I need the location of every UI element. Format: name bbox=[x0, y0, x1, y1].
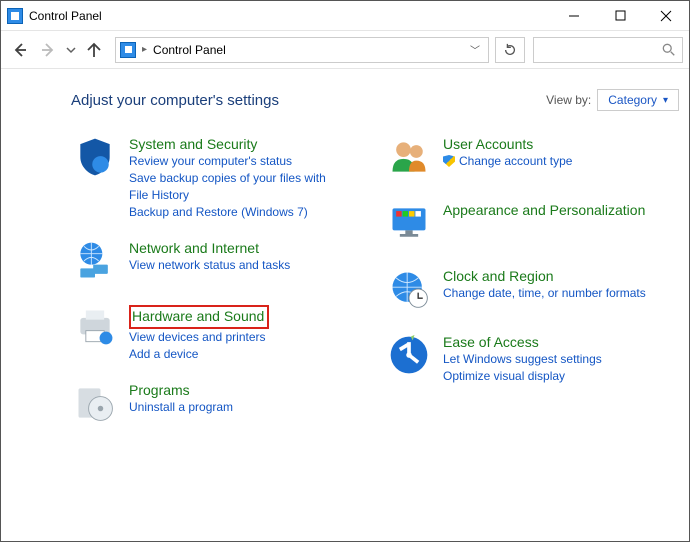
category-appearance-personalization: Appearance and Personalization bbox=[385, 201, 679, 249]
forward-button[interactable] bbox=[35, 37, 61, 63]
sublink[interactable]: Backup and Restore (Windows 7) bbox=[129, 204, 329, 221]
refresh-icon bbox=[503, 43, 517, 57]
recent-locations-button[interactable] bbox=[63, 37, 79, 63]
back-button[interactable] bbox=[7, 37, 33, 63]
category-link[interactable]: User Accounts bbox=[443, 135, 533, 153]
breadcrumb-root[interactable]: Control Panel bbox=[153, 43, 226, 57]
sublink[interactable]: Uninstall a program bbox=[129, 399, 233, 416]
globe-clock-icon bbox=[385, 267, 433, 315]
category-clock-region: Clock and Region Change date, time, or n… bbox=[385, 267, 679, 315]
left-column: System and Security Review your computer… bbox=[71, 135, 365, 447]
globe-network-icon bbox=[71, 239, 119, 287]
maximize-button[interactable] bbox=[597, 1, 643, 31]
up-button[interactable] bbox=[81, 37, 107, 63]
sublink[interactable]: Review your computer's status bbox=[129, 153, 329, 170]
titlebar: Control Panel bbox=[1, 1, 689, 31]
chevron-down-icon bbox=[66, 45, 76, 55]
shield-pc-icon bbox=[71, 135, 119, 183]
sublink[interactable]: View network status and tasks bbox=[129, 257, 290, 274]
category-link-highlighted[interactable]: Hardware and Sound bbox=[129, 305, 269, 329]
view-by-control: View by: Category ▾ bbox=[546, 89, 679, 111]
forward-arrow-icon bbox=[40, 42, 56, 58]
sublink[interactable]: Optimize visual display bbox=[443, 368, 602, 385]
category-link[interactable]: System and Security bbox=[129, 135, 257, 153]
category-user-accounts: User Accounts Change account type bbox=[385, 135, 679, 183]
sublink[interactable]: Change date, time, or number formats bbox=[443, 285, 646, 302]
search-box[interactable] bbox=[533, 37, 683, 63]
category-link[interactable]: Ease of Access bbox=[443, 333, 539, 351]
sublink-shielded[interactable]: Change account type bbox=[443, 153, 572, 170]
disc-box-icon bbox=[71, 381, 119, 429]
window-title: Control Panel bbox=[29, 9, 551, 23]
category-ease-of-access: Ease of Access Let Windows suggest setti… bbox=[385, 333, 679, 385]
refresh-button[interactable] bbox=[495, 37, 525, 63]
view-by-select[interactable]: Category ▾ bbox=[597, 89, 679, 111]
category-link[interactable]: Appearance and Personalization bbox=[443, 201, 645, 219]
up-arrow-icon bbox=[86, 42, 102, 58]
category-network-internet: Network and Internet View network status… bbox=[71, 239, 365, 287]
sublink[interactable]: View devices and printers bbox=[129, 329, 269, 346]
page-heading: Adjust your computer's settings bbox=[71, 92, 546, 109]
view-by-value: Category bbox=[608, 93, 657, 107]
caret-down-icon: ▾ bbox=[663, 95, 668, 106]
category-link[interactable]: Network and Internet bbox=[129, 239, 259, 257]
breadcrumb-separator: ▸ bbox=[142, 44, 147, 55]
view-by-label: View by: bbox=[546, 93, 591, 107]
category-link[interactable]: Clock and Region bbox=[443, 267, 554, 285]
category-system-security: System and Security Review your computer… bbox=[71, 135, 365, 221]
minimize-icon bbox=[568, 10, 580, 22]
monitor-colors-icon bbox=[385, 201, 433, 249]
maximize-icon bbox=[615, 10, 626, 21]
control-panel-icon bbox=[7, 8, 23, 24]
address-dropdown-icon[interactable]: ﹀ bbox=[470, 42, 484, 57]
sublink[interactable]: Save backup copies of your files with Fi… bbox=[129, 170, 329, 204]
address-cp-icon bbox=[120, 42, 136, 58]
category-programs: Programs Uninstall a program bbox=[71, 381, 365, 429]
ease-of-access-icon bbox=[385, 333, 433, 381]
right-column: User Accounts Change account type Appear… bbox=[385, 135, 679, 447]
close-button[interactable] bbox=[643, 1, 689, 31]
nav-bar: ▸ Control Panel ﹀ bbox=[1, 31, 689, 69]
back-arrow-icon bbox=[12, 42, 28, 58]
content-area: Adjust your computer's settings View by:… bbox=[1, 69, 689, 457]
people-icon bbox=[385, 135, 433, 183]
close-icon bbox=[660, 10, 672, 22]
search-icon bbox=[662, 43, 676, 57]
category-link[interactable]: Programs bbox=[129, 381, 190, 399]
address-bar[interactable]: ▸ Control Panel ﹀ bbox=[115, 37, 489, 63]
sublink[interactable]: Add a device bbox=[129, 346, 269, 363]
category-hardware-sound: Hardware and Sound View devices and prin… bbox=[71, 305, 365, 363]
minimize-button[interactable] bbox=[551, 1, 597, 31]
printer-icon bbox=[71, 305, 119, 353]
sublink[interactable]: Let Windows suggest settings bbox=[443, 351, 602, 368]
